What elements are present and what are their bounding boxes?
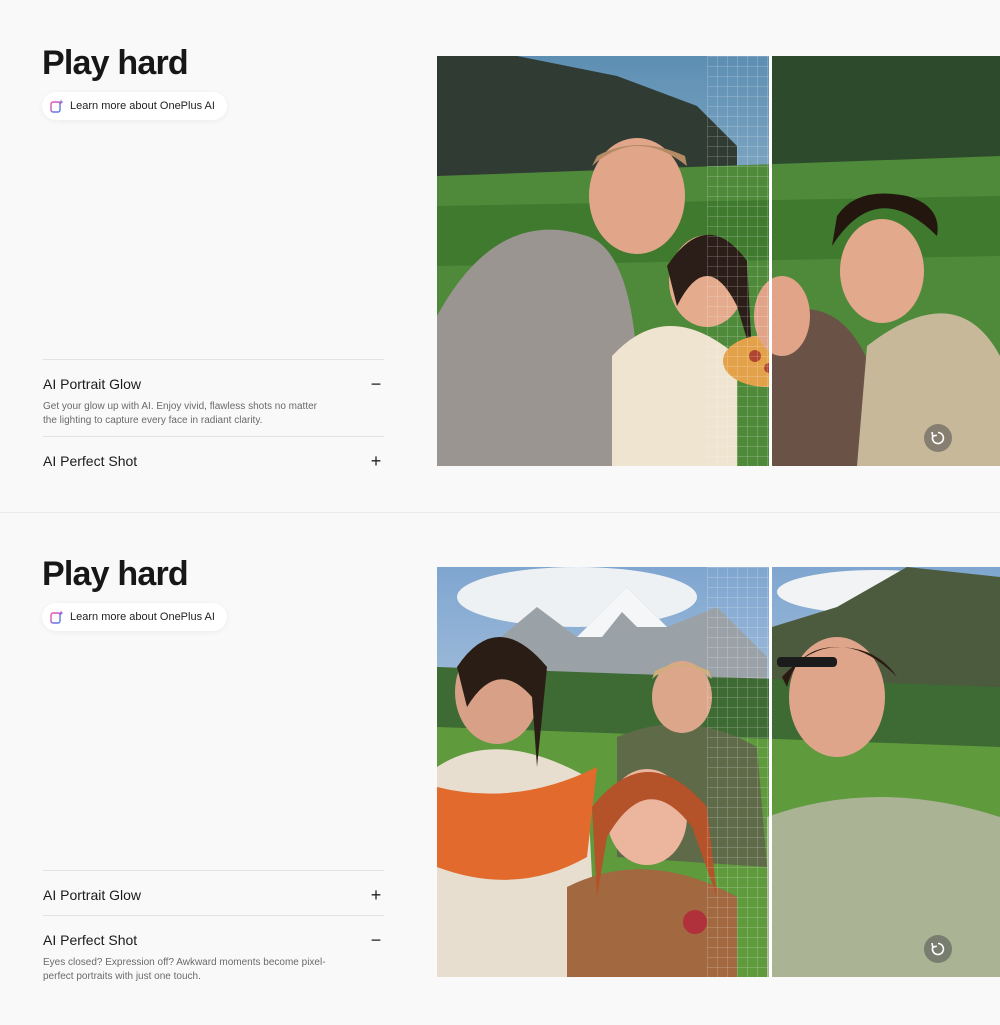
- learn-more-label: Learn more about OnePlus AI: [70, 100, 215, 112]
- perfect-shot-photo: [437, 567, 1000, 977]
- accordion-item-perfect-shot[interactable]: AI Perfect Shot − Eyes closed? Expressio…: [43, 930, 384, 984]
- accordion-divider: [43, 359, 384, 360]
- feature-section-perfect-shot: Play hard Learn more about OnePlus AI AI…: [0, 513, 1000, 1025]
- replay-icon: [931, 431, 945, 445]
- accordion-divider: [43, 915, 384, 916]
- accordion-divider: [43, 436, 384, 437]
- learn-more-link[interactable]: Learn more about OnePlus AI: [42, 603, 227, 631]
- learn-more-link[interactable]: Learn more about OnePlus AI: [42, 92, 227, 120]
- replay-button[interactable]: [924, 424, 952, 452]
- replay-button[interactable]: [924, 935, 952, 963]
- accordion-label: AI Perfect Shot: [43, 932, 138, 948]
- collapse-icon[interactable]: −: [368, 375, 384, 393]
- accordion-label: AI Portrait Glow: [43, 887, 142, 903]
- accordion-description: Get your glow up with AI. Enjoy vivid, f…: [43, 401, 318, 426]
- portrait-glow-comparison-image: [437, 56, 1000, 466]
- accordion-item-portrait-glow[interactable]: AI Portrait Glow +: [43, 885, 384, 905]
- learn-more-label: Learn more about OnePlus AI: [70, 611, 215, 623]
- portrait-glow-photo: [437, 56, 1000, 466]
- expand-icon[interactable]: +: [368, 886, 384, 904]
- perfect-shot-comparison-image: [437, 567, 1000, 977]
- accordion-item-perfect-shot[interactable]: AI Perfect Shot +: [43, 451, 384, 471]
- accordion-description: Eyes closed? Expression off? Awkward mom…: [43, 957, 326, 982]
- accordion-label: AI Perfect Shot: [43, 453, 138, 469]
- collapse-icon[interactable]: −: [368, 931, 384, 949]
- section-title: Play hard: [42, 555, 189, 593]
- expand-icon[interactable]: +: [368, 452, 384, 470]
- replay-icon: [931, 942, 945, 956]
- ai-sparkle-icon: [50, 99, 64, 113]
- section-title: Play hard: [42, 44, 189, 82]
- ai-sparkle-icon: [50, 610, 64, 624]
- accordion-item-portrait-glow[interactable]: AI Portrait Glow − Get your glow up with…: [43, 374, 384, 428]
- accordion-label: AI Portrait Glow: [43, 376, 142, 392]
- feature-section-portrait-glow: Play hard Learn more about OnePlus AI AI…: [0, 0, 1000, 512]
- accordion-divider: [43, 870, 384, 871]
